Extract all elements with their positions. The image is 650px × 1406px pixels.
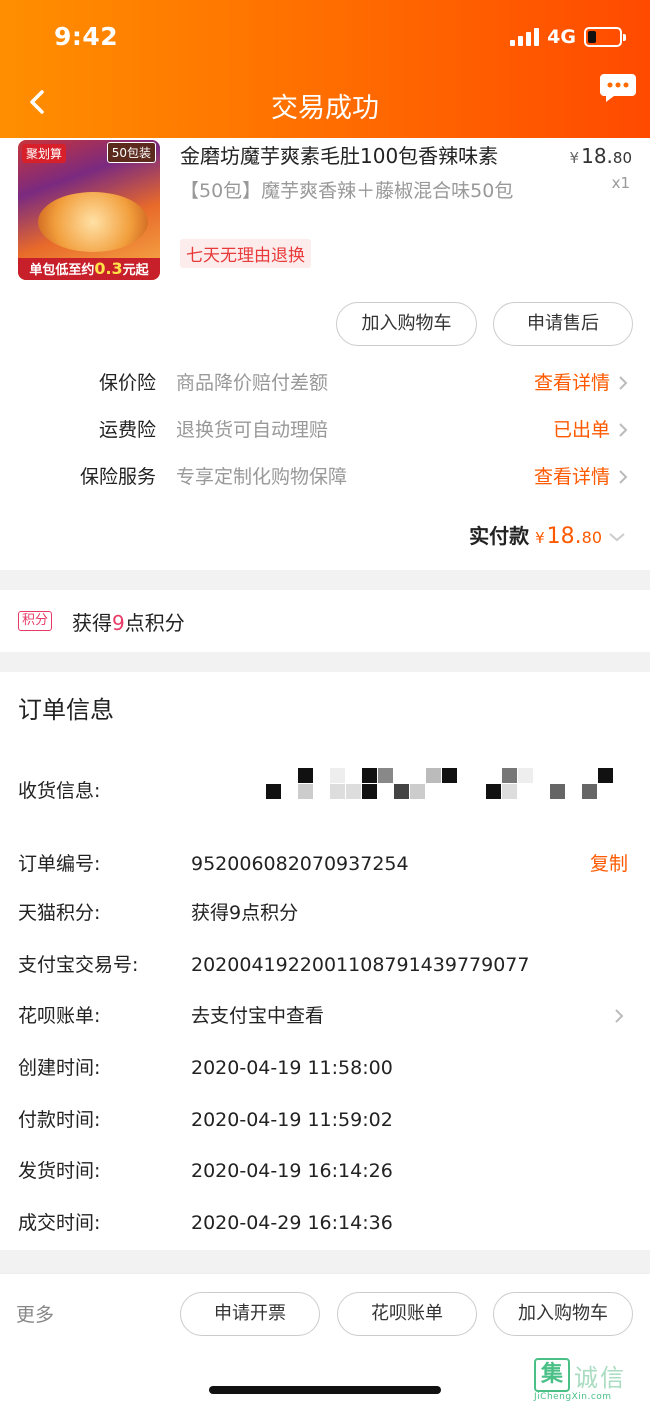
alipay-trade-label: 支付宝交易号: — [18, 954, 139, 976]
bottom-action-bar: 更多 申请开票 花呗账单 加入购物车 集 诚信 JiChengXin.com — [0, 1273, 650, 1406]
alipay-trade-value: 2020041922001108791439779077 — [191, 954, 530, 976]
service-desc: 退换货可自动理赔 — [176, 419, 329, 441]
battery-icon — [584, 27, 626, 47]
shipped-time-row: 发货时间: 2020-04-19 16:14:26 — [0, 1154, 650, 1188]
watermark-url: JiChengXin.com — [534, 1392, 612, 1402]
service-link[interactable]: 查看详情 — [534, 363, 610, 403]
payment-amount: ¥18.80 — [535, 524, 602, 549]
product-title[interactable]: 金磨坊魔芋爽素毛肚100包香辣味素 — [180, 142, 550, 170]
deal-time-row: 成交时间: 2020-04-29 16:14:36 — [0, 1206, 650, 1240]
tmall-points-value: 获得9点积分 — [191, 902, 299, 924]
address-label: 收货信息: — [18, 780, 101, 802]
invoice-button[interactable]: 申请开票 — [180, 1292, 320, 1336]
points-badge: 积分 — [18, 611, 53, 631]
alipay-trade-row: 支付宝交易号: 2020041922001108791439779077 — [0, 948, 650, 982]
food-image — [38, 192, 148, 252]
paid-time-label: 付款时间: — [18, 1109, 101, 1131]
chevron-down-icon — [609, 533, 625, 542]
status-icons: 4G — [510, 26, 626, 48]
created-time-value: 2020-04-19 11:58:00 — [191, 1057, 393, 1079]
add-to-cart-button[interactable]: 加入购物车 — [336, 302, 477, 346]
product-price: ¥18.80 — [569, 144, 632, 168]
watermark-logo: 集 诚信 JiChengXin.com — [534, 1358, 644, 1402]
chevron-right-icon — [619, 470, 628, 484]
tmall-points-label: 天猫积分: — [18, 902, 101, 924]
points-text: 获得9点积分 — [72, 611, 185, 635]
watermark-text: 诚信 — [574, 1364, 626, 1392]
thumb-pack: 50包装 — [106, 142, 156, 163]
network-label: 4G — [547, 26, 576, 48]
service-row-shipping-insurance[interactable]: 运费险 退换货可自动理赔 已出单 — [0, 410, 650, 450]
more-button[interactable]: 更多 — [16, 1300, 54, 1327]
signal-icon — [510, 28, 540, 46]
payment-label: 实付款 — [469, 524, 530, 548]
header: 9:42 4G 交易成功 — [0, 0, 650, 138]
chat-icon[interactable] — [598, 68, 638, 108]
home-indicator[interactable] — [209, 1386, 441, 1394]
address-mosaic — [266, 768, 616, 802]
created-time-label: 创建时间: — [18, 1057, 101, 1079]
order-number-label: 订单编号: — [18, 853, 101, 875]
chevron-right-icon — [619, 423, 628, 437]
chevron-right-icon — [615, 1009, 624, 1023]
bottom-add-to-cart-button[interactable]: 加入购物车 — [493, 1292, 633, 1336]
shipped-time-value: 2020-04-19 16:14:26 — [191, 1160, 393, 1182]
product-card: 聚划算 50包装 单包低至约0.3元起 金磨坊魔芋爽素毛肚100包香辣味素 【5… — [0, 138, 650, 570]
paid-time-value: 2020-04-19 11:59:02 — [191, 1109, 393, 1131]
service-desc: 商品降价赔付差额 — [176, 372, 329, 394]
huabei-bill-value[interactable]: 去支付宝中查看 — [191, 999, 324, 1033]
product-spec: 【50包】魔芋爽香辣＋藤椒混合味50包 — [180, 180, 514, 202]
watermark-box: 集 — [534, 1358, 570, 1392]
order-number-value: 952006082070937254 — [191, 853, 409, 875]
huabei-bill-row[interactable]: 花呗账单: 去支付宝中查看 — [0, 999, 650, 1033]
order-number-row: 订单编号: 952006082070937254 复制 — [0, 847, 650, 881]
return-policy-badge: 七天无理由退换 — [180, 239, 311, 268]
service-label: 保险服务 — [79, 466, 156, 488]
paid-time-row: 付款时间: 2020-04-19 11:59:02 — [0, 1103, 650, 1137]
service-link[interactable]: 查看详情 — [534, 457, 610, 497]
created-time-row: 创建时间: 2020-04-19 11:58:00 — [0, 1051, 650, 1085]
deal-time-label: 成交时间: — [18, 1212, 101, 1234]
page-title: 交易成功 — [271, 93, 379, 124]
service-row-price-protection[interactable]: 保价险 商品降价赔付差额 查看详情 — [0, 363, 650, 403]
service-label: 运费险 — [98, 419, 156, 441]
status-time: 9:42 — [54, 22, 119, 51]
thumb-banner: 单包低至约0.3元起 — [18, 258, 160, 280]
deal-time-value: 2020-04-29 16:14:36 — [191, 1212, 393, 1234]
huabei-bill-label: 花呗账单: — [18, 1005, 101, 1027]
chevron-right-icon — [619, 376, 628, 390]
order-info-card: 订单信息 收货信息: 订单编号: 952006082070937254 复制 天… — [0, 672, 650, 1250]
copy-button[interactable]: 复制 — [590, 847, 628, 881]
order-info-title: 订单信息 — [18, 696, 114, 724]
service-desc: 专享定制化购物保障 — [176, 466, 348, 488]
service-label: 保价险 — [98, 372, 156, 394]
shipped-time-label: 发货时间: — [18, 1160, 101, 1182]
after-sale-button[interactable]: 申请售后 — [493, 302, 633, 346]
tmall-points-row: 天猫积分: 获得9点积分 — [0, 896, 650, 930]
payment-total[interactable]: 实付款 ¥18.80 — [469, 520, 626, 549]
points-card: 积分 获得9点积分 — [0, 590, 650, 652]
service-link[interactable]: 已出单 — [553, 410, 610, 450]
huabei-bill-button[interactable]: 花呗账单 — [337, 1292, 477, 1336]
product-quantity: x1 — [611, 174, 630, 192]
service-row-insurance[interactable]: 保险服务 专享定制化购物保障 查看详情 — [0, 457, 650, 497]
product-thumbnail[interactable]: 聚划算 50包装 单包低至约0.3元起 — [18, 140, 160, 280]
thumb-tag: 聚划算 — [22, 144, 67, 163]
